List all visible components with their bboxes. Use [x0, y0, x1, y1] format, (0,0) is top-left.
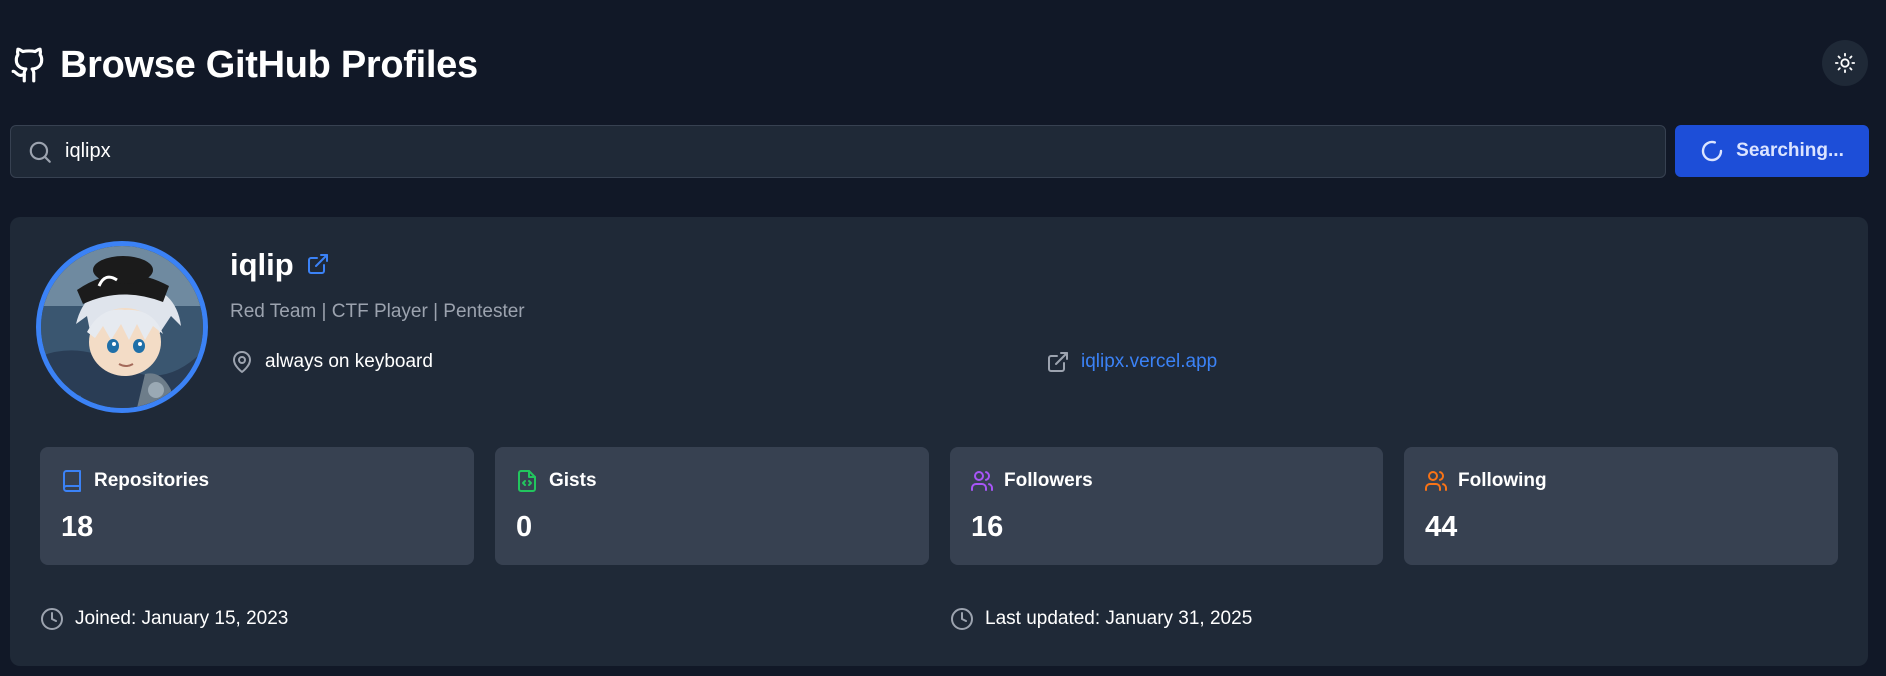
profile-card: iqlip Red Team | CTF Player | Pentester …	[10, 217, 1868, 666]
page-title: Browse GitHub Profiles	[60, 43, 478, 86]
stat-header: Followers	[970, 469, 1093, 493]
website-link[interactable]: iqlipx.vercel.app	[1081, 351, 1217, 373]
external-link-icon[interactable]	[306, 252, 332, 278]
stat-card-repositories: Repositories 18	[40, 447, 474, 565]
profile-website: iqlipx.vercel.app	[1046, 350, 1217, 374]
external-link-icon	[1046, 350, 1070, 374]
joined-text: Joined: January 15, 2023	[75, 608, 289, 629]
stat-card-followers: Followers 16	[950, 447, 1383, 565]
stat-value: 44	[1425, 511, 1458, 543]
username: iqlip	[230, 247, 294, 282]
clock-icon	[40, 607, 64, 631]
stat-label: Following	[1458, 470, 1547, 491]
search-box[interactable]	[10, 125, 1666, 178]
stat-card-gists: Gists 0	[495, 447, 929, 565]
updated-text: Last updated: January 31, 2025	[985, 608, 1253, 629]
stat-label: Followers	[1004, 470, 1093, 491]
search-button[interactable]: Searching...	[1675, 125, 1869, 177]
location-text: always on keyboard	[265, 351, 433, 372]
stat-header: Following	[1424, 469, 1547, 493]
joined-date: Joined: January 15, 2023	[40, 607, 288, 631]
username-row: iqlip	[230, 247, 332, 283]
sun-icon	[1834, 52, 1856, 74]
profile-bio: Red Team | CTF Player | Pentester	[230, 301, 525, 322]
stat-value: 0	[516, 511, 533, 543]
stat-header: Gists	[515, 469, 597, 493]
stat-card-following: Following 44	[1404, 447, 1838, 565]
clock-icon	[950, 607, 974, 631]
search-button-label: Searching...	[1736, 140, 1844, 161]
users-icon	[1424, 469, 1448, 493]
search-input[interactable]	[65, 140, 1665, 163]
file-code-icon	[515, 469, 539, 493]
last-updated-date: Last updated: January 31, 2025	[950, 607, 1252, 631]
search-row: Searching...	[10, 125, 1869, 178]
profile-location: always on keyboard	[230, 350, 433, 374]
stat-label: Gists	[549, 470, 597, 491]
map-pin-icon	[230, 350, 254, 374]
spinner-icon	[1700, 139, 1724, 163]
stat-label: Repositories	[94, 470, 210, 491]
users-icon	[970, 469, 994, 493]
github-icon	[10, 46, 48, 84]
stat-header: Repositories	[60, 469, 209, 493]
stat-value: 16	[971, 511, 1004, 543]
avatar[interactable]	[36, 241, 208, 413]
search-icon	[27, 139, 53, 165]
stat-value: 18	[61, 511, 94, 543]
theme-toggle-button[interactable]	[1822, 40, 1868, 86]
page-header: Browse GitHub Profiles	[10, 40, 478, 90]
book-icon	[60, 469, 84, 493]
